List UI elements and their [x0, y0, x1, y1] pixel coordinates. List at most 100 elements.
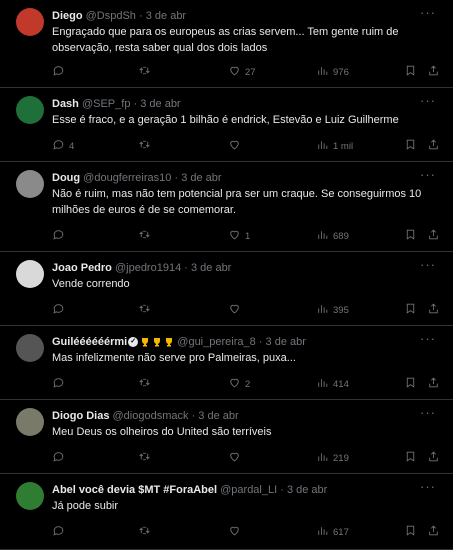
share-button[interactable] [427, 138, 440, 154]
share-button[interactable] [427, 524, 440, 540]
views-button[interactable]: 617 [316, 524, 349, 540]
retweet-button[interactable] [138, 376, 155, 392]
handle[interactable]: @DspdSh [86, 10, 136, 22]
retweet-icon [138, 228, 151, 244]
like-button[interactable] [228, 302, 245, 318]
display-name[interactable]: Dash [52, 98, 79, 110]
tweet[interactable]: Diogo Dias @diogodsmack · 3 de abr ··· Meu… [0, 400, 453, 474]
like-button[interactable]: 2 [228, 376, 250, 392]
view-count: 976 [333, 66, 349, 78]
reply-button[interactable] [52, 302, 69, 318]
views-button[interactable]: 219 [316, 450, 349, 466]
share-button[interactable] [427, 376, 440, 392]
display-name[interactable]: Doug [52, 172, 80, 184]
timestamp[interactable]: 3 de abr [191, 262, 231, 274]
share-button[interactable] [427, 450, 440, 466]
display-name[interactable]: Diogo Dias [52, 410, 109, 422]
avatar[interactable] [16, 170, 44, 198]
share-button[interactable] [427, 302, 440, 318]
retweet-icon [138, 376, 151, 392]
like-button[interactable] [228, 524, 245, 540]
handle[interactable]: @dougferreiras10 [83, 172, 171, 184]
display-name[interactable]: Joao Pedro [52, 262, 112, 274]
views-button[interactable]: 976 [316, 64, 349, 80]
views-button[interactable]: 1 mil [316, 138, 353, 154]
bookmark-button[interactable] [404, 302, 417, 318]
bookmark-button[interactable] [404, 228, 417, 244]
trophy-icon [166, 338, 173, 347]
more-icon[interactable]: ··· [419, 6, 437, 22]
avatar[interactable] [16, 408, 44, 436]
more-icon[interactable]: ··· [419, 168, 437, 184]
timestamp[interactable]: 3 de abr [198, 410, 238, 422]
more-icon[interactable]: ··· [419, 332, 437, 348]
display-name[interactable]: Guiléééééérmi [52, 336, 127, 348]
share-icon [427, 524, 440, 540]
timestamp[interactable]: 3 de abr [140, 98, 180, 110]
avatar[interactable] [16, 334, 44, 362]
tweet[interactable]: Guiléééééérmi ✓ @gui_pereira_8 · 3 de abr… [0, 326, 453, 400]
retweet-button[interactable] [138, 302, 155, 318]
handle[interactable]: @pardal_LI [220, 484, 277, 496]
tweet-text: Meu Deus os olheiros do United são terrí… [52, 426, 272, 438]
handle[interactable]: @gui_pereira_8 [177, 336, 255, 348]
avatar[interactable] [16, 482, 44, 510]
retweet-button[interactable] [138, 450, 155, 466]
handle[interactable]: @diogodsmack [113, 410, 189, 422]
reply-button[interactable] [52, 524, 69, 540]
retweet-button[interactable] [138, 228, 155, 244]
handle[interactable]: @SEP_fp [82, 98, 130, 110]
bookmark-button[interactable] [404, 450, 417, 466]
display-name[interactable]: Diego [52, 10, 83, 22]
timestamp[interactable]: 3 de abr [146, 10, 186, 22]
tweet[interactable]: Joao Pedro @jpedro1914 · 3 de abr ··· Vend… [0, 252, 453, 326]
bookmark-button[interactable] [404, 64, 417, 80]
retweet-button[interactable] [138, 138, 155, 154]
handle[interactable]: @jpedro1914 [115, 262, 181, 274]
avatar[interactable] [16, 260, 44, 288]
share-button[interactable] [427, 228, 440, 244]
reply-button[interactable]: 4 [52, 138, 74, 154]
retweet-button[interactable] [138, 524, 155, 540]
like-button[interactable]: 27 [228, 64, 256, 80]
avatar[interactable] [16, 8, 44, 36]
reply-button[interactable] [52, 228, 69, 244]
display-name[interactable]: Abel você devia $MT #ForaAbel [52, 484, 217, 496]
bookmark-button[interactable] [404, 524, 417, 540]
tweet[interactable]: Doug @dougferreiras10 · 3 de abr ··· Não é… [0, 162, 453, 252]
bookmark-button[interactable] [404, 138, 417, 154]
tweet[interactable]: Diego @DspdSh · 3 de abr ··· Engraçado que… [0, 0, 453, 88]
bookmark-button[interactable] [404, 376, 417, 392]
action-bar: 27 976 [52, 64, 442, 80]
bookmark-icon [404, 64, 417, 80]
tweet-text: Engraçado que para os europeus as crias … [52, 26, 399, 54]
timestamp[interactable]: 3 de abr [181, 172, 221, 184]
reply-button[interactable] [52, 64, 69, 80]
reply-button[interactable] [52, 376, 69, 392]
tweet-header: Diogo Dias @diogodsmack · 3 de abr [52, 409, 239, 423]
views-button[interactable]: 414 [316, 376, 349, 392]
timestamp[interactable]: 3 de abr [287, 484, 327, 496]
avatar[interactable] [16, 96, 44, 124]
like-button[interactable] [228, 138, 245, 154]
tweet[interactable]: Abel você devia $MT #ForaAbel @pardal_LI… [0, 474, 453, 550]
like-icon [228, 376, 241, 392]
more-icon[interactable]: ··· [419, 94, 437, 110]
action-bar: 4 1 mil [52, 138, 442, 154]
more-icon[interactable]: ··· [419, 480, 437, 496]
more-icon[interactable]: ··· [419, 406, 437, 422]
reply-button[interactable] [52, 450, 69, 466]
bookmark-icon [404, 376, 417, 392]
tweet-text: Já pode subir [52, 500, 119, 512]
timestamp[interactable]: 3 de abr [266, 336, 306, 348]
more-icon[interactable]: ··· [419, 258, 437, 274]
share-button[interactable] [427, 64, 440, 80]
separator-dot: · [174, 172, 179, 184]
views-button[interactable]: 689 [316, 228, 349, 244]
tweet[interactable]: Dash @SEP_fp · 3 de abr ··· Esse é fraco, … [0, 88, 453, 162]
like-button[interactable]: 1 [228, 228, 250, 244]
like-button[interactable] [228, 450, 245, 466]
views-button[interactable]: 395 [316, 302, 349, 318]
retweet-button[interactable] [138, 64, 155, 80]
retweet-icon [138, 302, 151, 318]
